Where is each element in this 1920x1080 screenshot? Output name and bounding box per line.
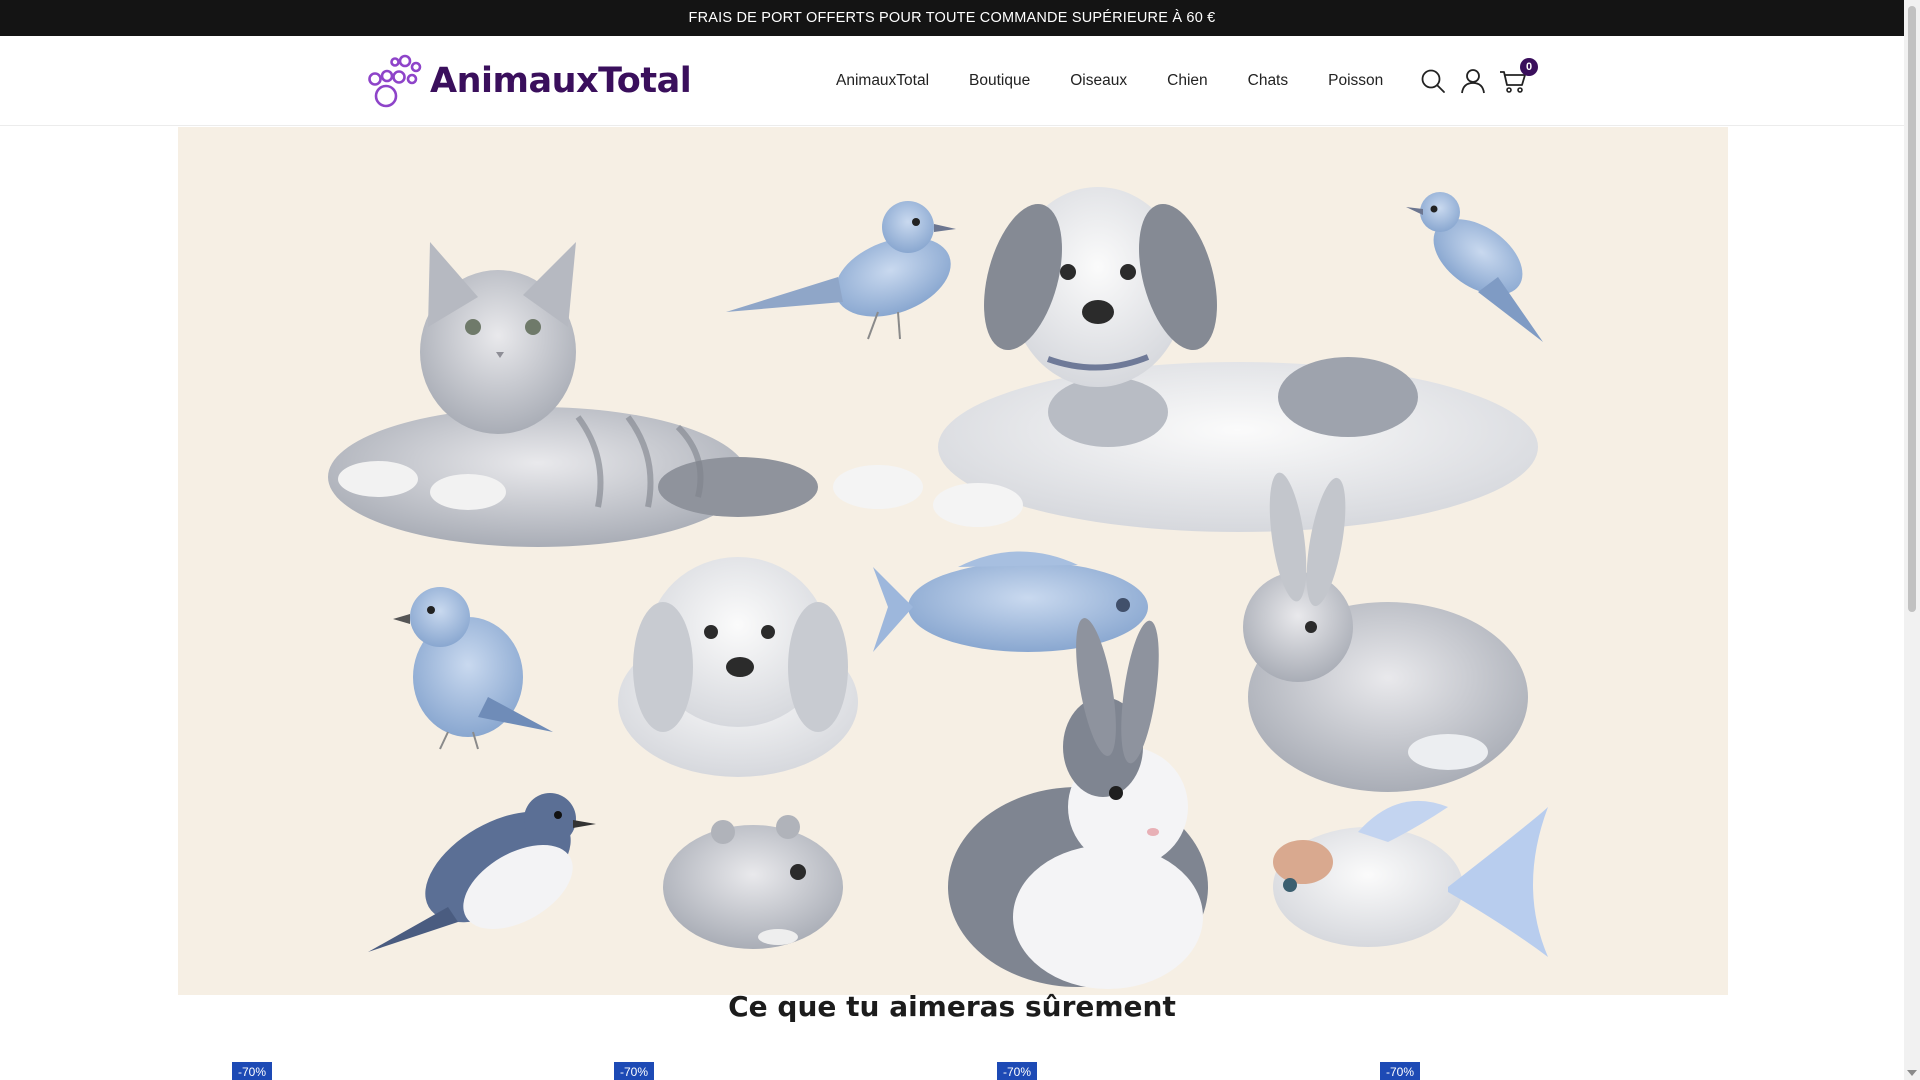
rabbit-illustration: [948, 618, 1208, 989]
bird-illustration: [368, 793, 596, 952]
discount-badge: -70%: [997, 1062, 1037, 1080]
user-icon: [1461, 69, 1485, 94]
announcement-bar: FRAIS DE PORT OFFERTS POUR TOUTE COMMAND…: [0, 0, 1904, 36]
site-header: AnimauxTotal AnimauxTotal Boutique Oisea…: [0, 36, 1904, 126]
cart-count-badge: 0: [1520, 58, 1538, 76]
dog-illustration: [833, 187, 1538, 532]
goldfish-illustration: [1273, 800, 1548, 957]
section-title: Ce que tu aimeras sûrement: [728, 990, 1176, 1023]
bird-illustration: [726, 201, 956, 340]
bird-illustration: [393, 587, 553, 750]
search-icon: [1421, 69, 1445, 93]
discount-badge: -70%: [614, 1062, 654, 1080]
nav-item-poisson[interactable]: Poisson: [1328, 72, 1383, 90]
cart-button[interactable]: 0: [1498, 58, 1538, 96]
nav-item-boutique[interactable]: Boutique: [969, 72, 1030, 90]
pets-illustration: [328, 187, 1548, 989]
nav-item-oiseaux[interactable]: Oiseaux: [1070, 72, 1127, 90]
scrollbar-thumb[interactable]: [1908, 6, 1916, 612]
hamster-illustration: [663, 815, 843, 949]
discount-badge: -70%: [232, 1062, 272, 1080]
hero-banner[interactable]: [178, 127, 1728, 995]
fish-illustration: [873, 551, 1148, 652]
paw-logo-icon: [368, 54, 422, 108]
page-scrollbar[interactable]: [1904, 0, 1920, 1080]
cat-illustration: [328, 242, 818, 547]
bird-illustration: [1406, 192, 1543, 342]
brand-name: AnimauxTotal: [430, 61, 692, 101]
nav-item-chats[interactable]: Chats: [1248, 72, 1289, 90]
discount-badge: -70%: [1380, 1062, 1420, 1080]
search-button[interactable]: [1418, 66, 1448, 96]
nav-item-chien[interactable]: Chien: [1167, 72, 1208, 90]
site-logo[interactable]: AnimauxTotal: [366, 50, 692, 112]
header-actions: 0: [1418, 58, 1538, 98]
puppy-illustration: [618, 557, 858, 777]
main-nav: AnimauxTotal Boutique Oiseaux Chien Chat…: [836, 36, 1383, 126]
announcement-text: FRAIS DE PORT OFFERTS POUR TOUTE COMMAND…: [688, 10, 1216, 26]
nav-item-animauxtotal[interactable]: AnimauxTotal: [836, 72, 929, 90]
account-button[interactable]: [1458, 66, 1488, 96]
scroll-down-arrow-icon[interactable]: [1907, 1070, 1917, 1076]
